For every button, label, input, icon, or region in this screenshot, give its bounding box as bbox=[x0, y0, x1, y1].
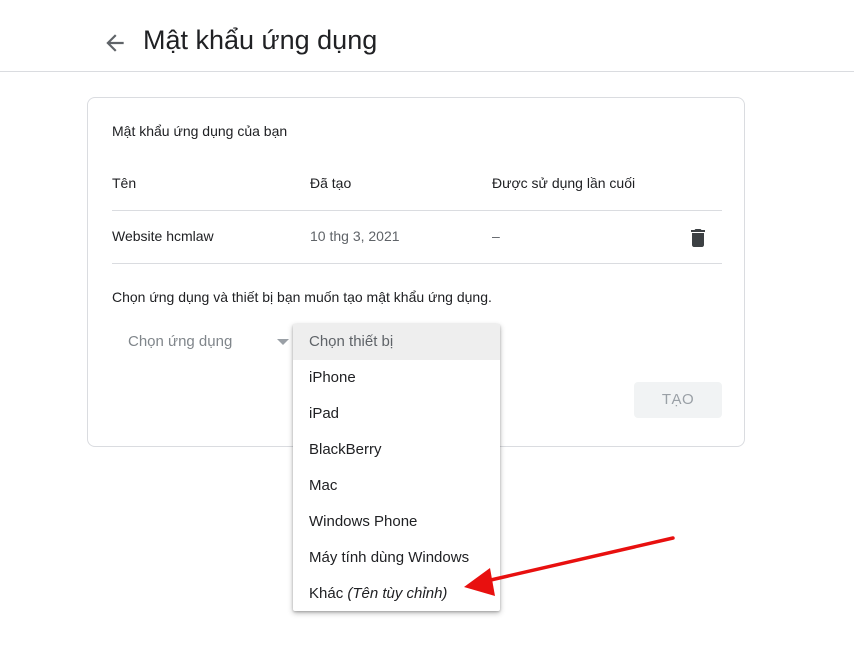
device-option-ipad[interactable]: iPad bbox=[293, 396, 500, 432]
table-divider bbox=[112, 263, 722, 264]
arrow-back-icon bbox=[106, 34, 124, 52]
device-option-mac[interactable]: Mac bbox=[293, 468, 500, 504]
last-used-value: – bbox=[492, 228, 500, 244]
device-option-other-label: Khác bbox=[309, 585, 344, 602]
device-option-blackberry[interactable]: BlackBerry bbox=[293, 432, 500, 468]
page-title: Mật khẩu ứng dụng bbox=[143, 25, 378, 55]
column-header-last-used: Được sử dụng lần cuối bbox=[492, 175, 636, 191]
device-option-iphone[interactable]: iPhone bbox=[293, 360, 500, 396]
table-divider bbox=[112, 210, 722, 211]
device-option-windows-phone[interactable]: Windows Phone bbox=[293, 504, 500, 540]
column-header-created: Đã tạo bbox=[310, 175, 352, 191]
card-title: Mật khẩu ứng dụng của bạn bbox=[112, 123, 288, 139]
device-option-placeholder[interactable]: Chọn thiết bị bbox=[293, 324, 500, 360]
app-select[interactable]: Chọn ứng dụng bbox=[112, 322, 292, 360]
device-option-other[interactable]: Khác (Tên tùy chỉnh) bbox=[293, 576, 500, 612]
password-name: Website hcmlaw bbox=[112, 228, 214, 244]
device-option-other-hint: (Tên tùy chỉnh) bbox=[347, 585, 448, 602]
device-dropdown-menu: Chọn thiết bị iPhone iPad BlackBerry Mac… bbox=[293, 324, 500, 611]
back-button[interactable] bbox=[102, 30, 128, 56]
dropdown-arrow-icon bbox=[277, 339, 289, 345]
created-date: 10 thg 3, 2021 bbox=[310, 228, 400, 244]
instruction-text: Chọn ứng dụng và thiết bị bạn muốn tạo m… bbox=[112, 289, 492, 305]
create-button[interactable]: TẠO bbox=[634, 382, 722, 418]
page-header: Mật khẩu ứng dụng bbox=[0, 0, 854, 72]
column-header-name: Tên bbox=[112, 175, 137, 191]
device-option-windows-computer[interactable]: Máy tính dùng Windows bbox=[293, 540, 500, 576]
trash-icon bbox=[691, 229, 705, 247]
delete-password-button[interactable] bbox=[686, 226, 710, 250]
app-select-value: Chọn ứng dụng bbox=[128, 333, 233, 350]
